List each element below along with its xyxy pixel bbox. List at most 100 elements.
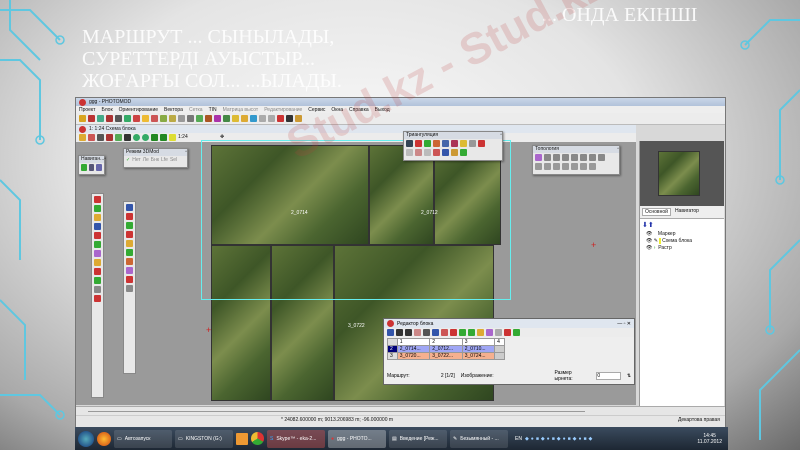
topo-icon[interactable]	[535, 154, 542, 161]
taskbar-word[interactable]: ▤ Введение [Реж...	[389, 429, 447, 448]
check-icon[interactable]	[460, 149, 467, 156]
zoom-fit-icon[interactable]	[151, 134, 158, 141]
marker-size-input[interactable]: 0	[596, 372, 621, 380]
menu-dem[interactable]: Матрица высот	[223, 107, 259, 113]
tool-icon[interactable]	[459, 329, 466, 336]
clock[interactable]: 14:45 11.07.2012	[697, 433, 728, 445]
tool-icon[interactable]	[387, 329, 394, 336]
grid-icon[interactable]	[433, 149, 440, 156]
mode-button[interactable]: Lfe	[161, 157, 168, 163]
images-icon[interactable]	[106, 115, 113, 122]
image-cell[interactable]: 3_0724...	[461, 352, 496, 360]
menu-orientation[interactable]: Ориентирование	[119, 107, 158, 113]
tool-icon[interactable]	[126, 222, 133, 229]
car-icon[interactable]	[205, 115, 212, 122]
image-cell[interactable]: 2_0714...	[396, 345, 431, 353]
tool-icon[interactable]	[432, 329, 439, 336]
mode-button[interactable]: Нет	[132, 157, 141, 163]
camera-icon[interactable]	[406, 140, 413, 147]
row-header[interactable]: 3	[387, 352, 398, 360]
column-header[interactable]: 4	[494, 338, 505, 346]
lightning-icon[interactable]	[142, 115, 149, 122]
tool-icon[interactable]	[94, 241, 101, 248]
solve-icon[interactable]	[442, 149, 449, 156]
tie-icon[interactable]	[424, 140, 431, 147]
tool-icon[interactable]	[396, 329, 403, 336]
taskbar-paint[interactable]: ✎ Безымянный - ...	[450, 429, 508, 448]
export-icon[interactable]	[451, 149, 458, 156]
move-up-icon[interactable]: ⬆	[648, 222, 654, 229]
tool-icon[interactable]	[160, 115, 167, 122]
media-player-icon[interactable]	[236, 432, 248, 445]
tool-icon[interactable]	[126, 285, 133, 292]
copy-icon[interactable]	[178, 115, 185, 122]
image-cell[interactable]: 2_0710...	[461, 345, 496, 353]
overview-thumbnail[interactable]	[658, 151, 700, 196]
layer-block-scheme[interactable]: 👁 ✎ Схема блока	[646, 238, 724, 245]
grid2-icon[interactable]	[96, 164, 103, 171]
menu-grid[interactable]: Сетка	[189, 107, 203, 113]
check-icon[interactable]	[81, 164, 87, 171]
grid-icon[interactable]	[88, 164, 95, 171]
binoculars-icon[interactable]	[405, 329, 412, 336]
dem-icon[interactable]	[214, 115, 221, 122]
menu-windows[interactable]: Окна	[331, 107, 343, 113]
image-cell[interactable]: 2_0712...	[429, 345, 463, 353]
delete-icon[interactable]	[478, 140, 485, 147]
tool-icon[interactable]	[94, 214, 101, 221]
close-icon[interactable]: ▫	[617, 146, 619, 153]
print-icon[interactable]	[187, 115, 194, 122]
tool-icon[interactable]	[441, 329, 448, 336]
menu-exit[interactable]: Выход	[375, 107, 390, 113]
menu-tin[interactable]: TIN	[209, 107, 217, 113]
tool-icon[interactable]	[504, 329, 511, 336]
globe-icon[interactable]	[250, 115, 257, 122]
settings-icon[interactable]	[223, 115, 230, 122]
menu-vectors[interactable]: Вектора	[164, 107, 183, 113]
window-icon[interactable]	[286, 115, 293, 122]
measure-icon[interactable]	[433, 140, 440, 147]
tool-icon[interactable]	[94, 196, 101, 203]
window-controls[interactable]: — ▫ ✕	[617, 321, 634, 327]
check-icon[interactable]: ✓	[126, 157, 130, 163]
menu-project[interactable]: Проект	[79, 107, 95, 113]
tool-icon[interactable]	[126, 213, 133, 220]
zoom-out-icon[interactable]	[142, 134, 149, 141]
tool-icon[interactable]	[94, 259, 101, 266]
tool-icon[interactable]	[94, 250, 101, 257]
tool-icon[interactable]	[126, 204, 133, 211]
points-icon[interactable]	[133, 115, 140, 122]
spinner-icon[interactable]: ⇅	[627, 373, 631, 379]
layer-raster[interactable]: 👁 › Растр	[646, 245, 724, 252]
folder3-icon[interactable]	[295, 115, 302, 122]
adjust-icon[interactable]	[442, 140, 449, 147]
column-header[interactable]: 3	[461, 338, 496, 346]
vector-icon[interactable]	[169, 115, 176, 122]
column-header[interactable]: 2	[429, 338, 463, 346]
column-header[interactable]: 1	[396, 338, 431, 346]
image-cell[interactable]: 3_0720...	[396, 352, 431, 360]
firefox-icon[interactable]	[97, 431, 111, 446]
block-icon[interactable]	[97, 115, 104, 122]
zoom-area-icon[interactable]	[169, 134, 176, 141]
tool-icon[interactable]	[126, 276, 133, 283]
tool-icon[interactable]	[486, 329, 493, 336]
tab-navigator[interactable]: Навигатор	[673, 208, 701, 216]
edit-icon[interactable]	[196, 115, 203, 122]
tool-icon[interactable]	[468, 329, 475, 336]
tray-icons[interactable]: ◆●■◆●■◆●■◆●■◆	[525, 436, 694, 442]
taskbar-photomod[interactable]: ● ggg - PHOTO...	[328, 429, 386, 448]
undo-icon[interactable]	[259, 115, 266, 122]
remove-icon[interactable]	[88, 134, 95, 141]
table-icon[interactable]	[115, 115, 122, 122]
tool-icon[interactable]	[94, 286, 101, 293]
tool-icon[interactable]	[126, 258, 133, 265]
tool-icon[interactable]	[94, 277, 101, 284]
doc-icon[interactable]	[469, 140, 476, 147]
taskbar-kingston[interactable]: ▭ KINGSTON (G:)	[175, 429, 233, 448]
layer-icon[interactable]	[277, 115, 284, 122]
image-cell[interactable]: 3_0722...	[429, 352, 463, 360]
fit-icon[interactable]	[106, 134, 113, 141]
menu-service[interactable]: Сервис	[308, 107, 325, 113]
refresh-icon[interactable]	[115, 134, 122, 141]
